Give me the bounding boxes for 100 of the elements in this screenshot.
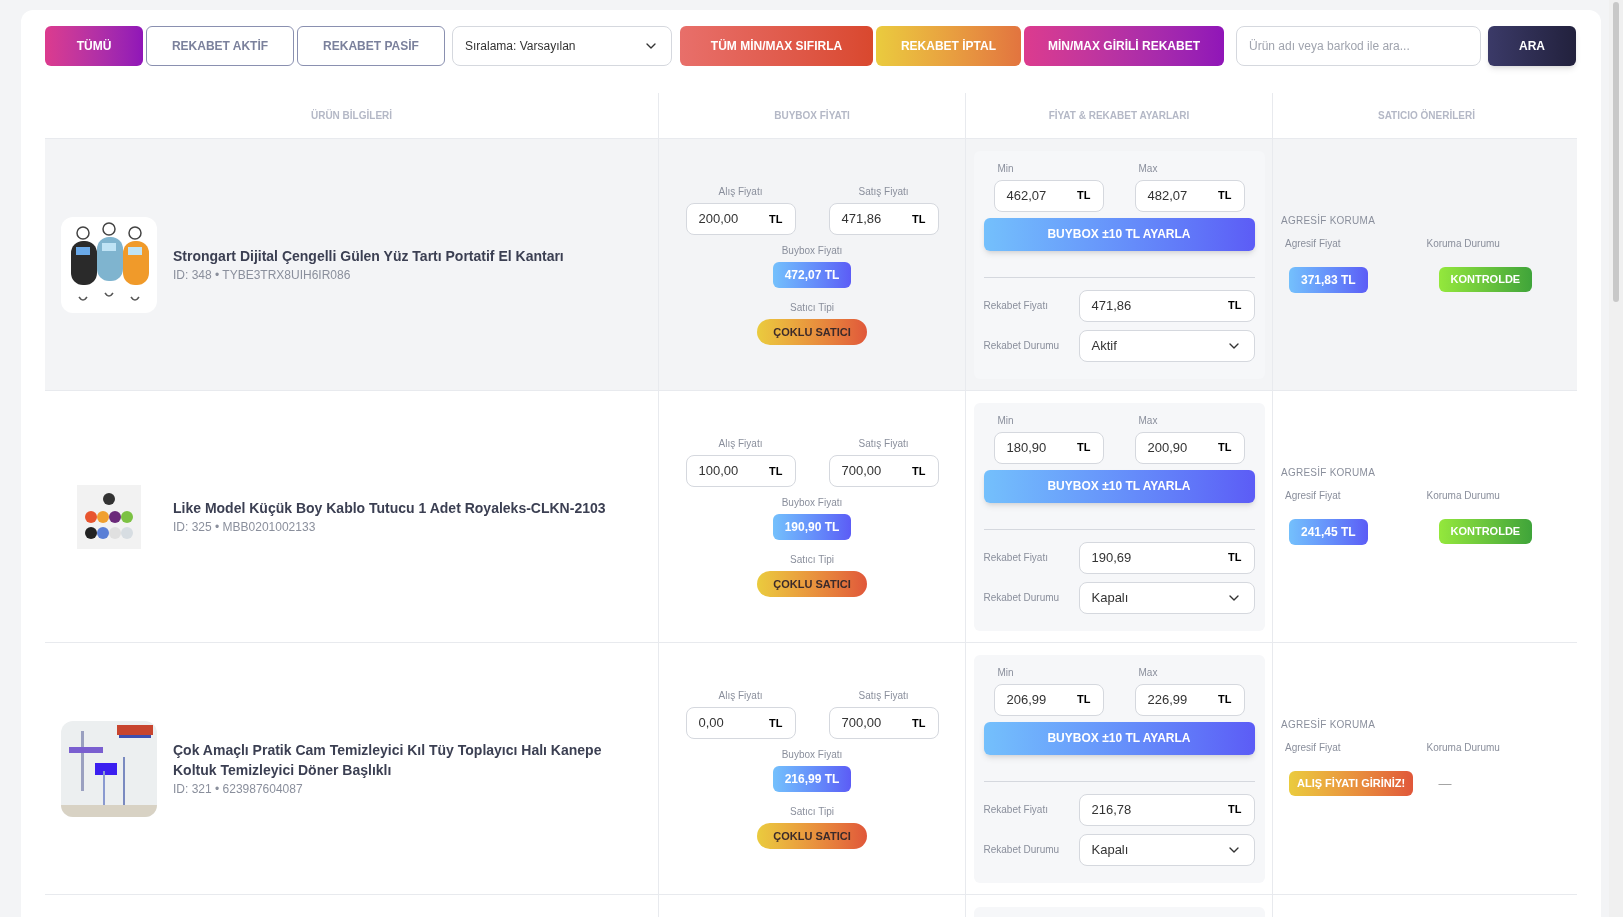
- rival-price-field[interactable]: 190,69 TL: [1078, 541, 1255, 574]
- currency-unit: TL: [1218, 188, 1232, 204]
- field-value: 200,00: [698, 210, 739, 228]
- field-label: Alış Fiyatı: [718, 436, 763, 451]
- price-field[interactable]: 471,86 TL: [828, 202, 939, 235]
- search-button[interactable]: ARA: [1488, 26, 1576, 66]
- currency-unit: TL: [769, 715, 783, 731]
- limit-field[interactable]: 180,90 TL: [993, 431, 1104, 464]
- field-label: Buybox Fiyatı: [781, 495, 843, 510]
- currency-unit: TL: [1077, 440, 1091, 456]
- field-label: Buybox Fiyatı: [781, 243, 843, 258]
- limit-field[interactable]: 482,07 TL: [1134, 179, 1245, 212]
- field-label: Koruma Durumu: [1425, 236, 1501, 251]
- field-value: 471,86: [841, 210, 882, 228]
- column-header: ÜRÜN BİLGİLERİ: [310, 108, 393, 123]
- field-label: Min: [996, 665, 1015, 680]
- sort-select[interactable]: Sıralama: Varsayılan: [452, 26, 672, 66]
- field-label: Rekabet Fiyatı: [983, 803, 1048, 817]
- field-label: Rekabet Fiyatı: [983, 299, 1048, 313]
- field-value: 226,99: [1147, 690, 1188, 709]
- search-field[interactable]: Ürün adı veya barkod ile ara...: [1236, 26, 1481, 66]
- warning-badge: ALIŞ FİYATI GİRİNİZ!: [1289, 771, 1414, 796]
- field-value: 180,90: [1006, 438, 1047, 457]
- field-label: Agresif Fiyat: [1284, 741, 1342, 756]
- field-label: Alış Fiyatı: [718, 688, 763, 703]
- field-value: 700,00: [841, 462, 882, 480]
- price-field[interactable]: 700,00 TL: [828, 706, 939, 739]
- field-label: Max: [1137, 665, 1159, 680]
- rival-price-field[interactable]: 216,78 TL: [1078, 793, 1255, 826]
- seller-type-badge: ÇOKLU SATICI: [757, 570, 867, 598]
- price-badge: 241,45 TL: [1289, 518, 1368, 545]
- field-label: Rekabet Durumu: [983, 843, 1060, 857]
- field-value: 471,86: [1091, 296, 1132, 315]
- status-text: —: [1438, 774, 1452, 793]
- currency-unit: TL: [912, 715, 926, 731]
- field-label: Koruma Durumu: [1425, 488, 1501, 503]
- action-button[interactable]: TÜM MİN/MAX SIFIRLA: [680, 26, 873, 66]
- seller-type-badge: ÇOKLU SATICI: [757, 822, 867, 850]
- field-label: Satış Fiyatı: [858, 436, 909, 451]
- product-meta: ID: 325 • MBB0201002133: [173, 518, 317, 536]
- limit-field[interactable]: 462,07 TL: [993, 179, 1104, 212]
- select-value: Kapalı: [1091, 588, 1129, 607]
- price-field[interactable]: 100,00 TL: [685, 454, 796, 487]
- buybox-price-badge: 190,90 TL: [772, 513, 852, 540]
- limit-field[interactable]: 200,90 TL: [1134, 431, 1245, 464]
- field-label: Satıcı Tipi: [790, 300, 834, 315]
- field-label: Rekabet Fiyatı: [983, 551, 1048, 565]
- rival-status-select[interactable]: Kapalı: [1078, 833, 1255, 866]
- product-title: Çok Amaçlı Pratik Cam Temizleyici Kıl Tüy Toplayıcı Halı Kanepe Koltuk Temizleyici Döner Başlıklı: [173, 740, 603, 780]
- field-label: Min: [996, 413, 1015, 428]
- currency-unit: TL: [1077, 692, 1091, 708]
- filter-tab[interactable]: REKABET PASİF: [297, 26, 445, 66]
- product-title: Strongart Dijital Çengelli Gülen Yüz Tartı Portatif El Kantarı: [173, 246, 565, 266]
- select-value: Kapalı: [1091, 840, 1129, 859]
- status-badge: KONTROLDE: [1438, 267, 1533, 292]
- filter-tab[interactable]: TÜMÜ: [45, 26, 143, 66]
- currency-unit: TL: [1218, 440, 1232, 456]
- field-label: Max: [1137, 413, 1159, 428]
- field-label: Satış Fiyatı: [858, 184, 909, 199]
- select-value: Sıralama: Varsayılan: [465, 38, 576, 55]
- rival-price-field[interactable]: 471,86 TL: [1078, 289, 1255, 322]
- rival-status-select[interactable]: Kapalı: [1078, 581, 1255, 614]
- limit-field[interactable]: 226,99 TL: [1134, 683, 1245, 716]
- currency-unit: TL: [912, 463, 926, 479]
- filter-tab[interactable]: REKABET AKTİF: [146, 26, 294, 66]
- price-field[interactable]: 200,00 TL: [685, 202, 796, 235]
- field-value: 190,69: [1091, 548, 1132, 567]
- field-label: Rekabet Durumu: [983, 339, 1060, 353]
- field-value: 100,00: [698, 462, 739, 480]
- limit-field[interactable]: 206,99 TL: [993, 683, 1104, 716]
- seller-type-badge: ÇOKLU SATICI: [757, 318, 867, 346]
- field-label: Buybox Fiyatı: [781, 747, 843, 762]
- action-button[interactable]: MİN/MAX GİRİLİ REKABET: [1024, 26, 1224, 66]
- buybox-price-badge: 216,99 TL: [772, 765, 852, 792]
- field-label: Agresif Fiyat: [1284, 488, 1342, 503]
- field-value: 216,78: [1091, 800, 1132, 819]
- price-field[interactable]: 700,00 TL: [828, 454, 939, 487]
- rival-status-select[interactable]: Aktif: [1078, 329, 1255, 362]
- field-value: 0,00: [698, 714, 724, 732]
- product-title: Like Model Küçük Boy Kablo Tutucu 1 Adet Royaleks-CLKN-2103: [173, 498, 607, 518]
- currency-unit: TL: [1077, 188, 1091, 204]
- product-meta: ID: 321 • 623987604087: [173, 780, 304, 798]
- field-label: Agresif Fiyat: [1284, 236, 1342, 251]
- select-value: Aktif: [1091, 336, 1117, 355]
- field-value: 482,07: [1147, 186, 1188, 205]
- price-field[interactable]: 0,00 TL: [685, 706, 796, 739]
- field-label: Koruma Durumu: [1425, 741, 1501, 756]
- scrollbar[interactable]: [1609, 0, 1623, 917]
- field-label: Max: [1137, 161, 1159, 176]
- status-badge: KONTROLDE: [1438, 519, 1533, 544]
- field-label: Satış Fiyatı: [858, 688, 909, 703]
- field-label: Satıcı Tipi: [790, 552, 834, 567]
- column-header: BUYBOX FİYATI: [774, 108, 850, 123]
- currency-unit: TL: [769, 463, 783, 479]
- product-meta: ID: 348 • TYBE3TRX8UIH6IR086: [173, 266, 352, 284]
- field-label: Satıcı Tipi: [790, 804, 834, 819]
- field-value: 206,99: [1006, 690, 1047, 709]
- field-value: 700,00: [841, 714, 882, 732]
- field-value: 462,07: [1006, 186, 1047, 205]
- currency-unit: TL: [912, 211, 926, 227]
